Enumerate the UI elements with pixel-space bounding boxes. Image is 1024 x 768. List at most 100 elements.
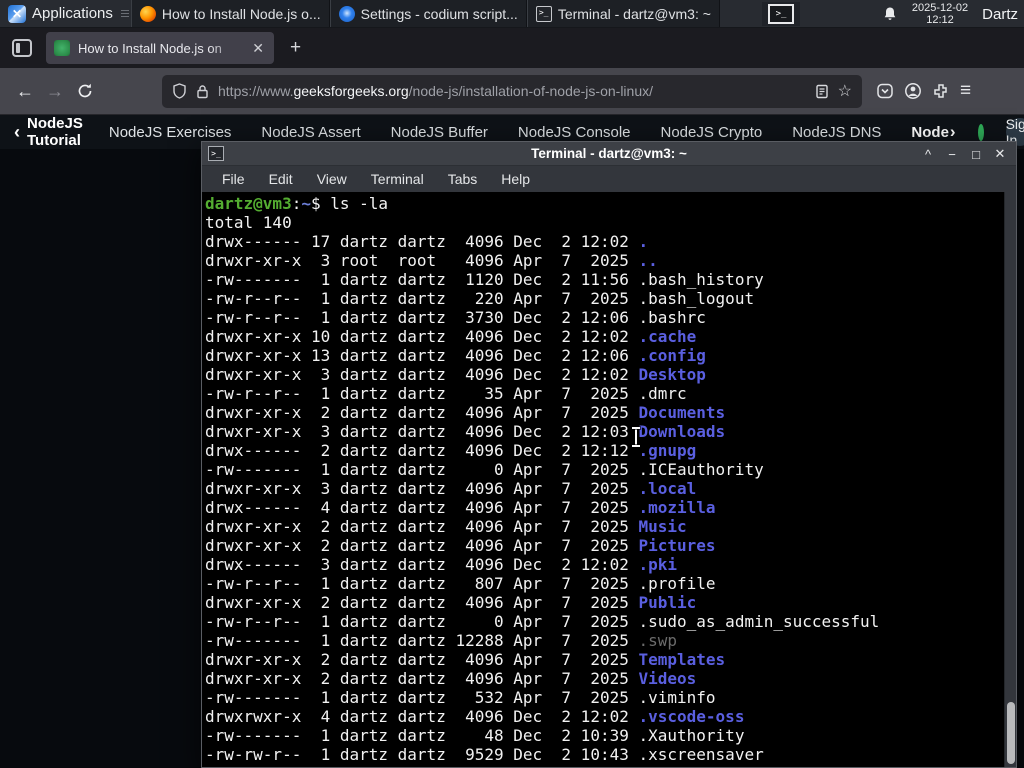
ls-output-row: -rw-r--r-- 1 dartz dartz 0 Apr 7 2025 .s… (205, 612, 880, 631)
applications-menu-button[interactable]: Applications (0, 0, 121, 27)
ls-output-row: -rw-r--r-- 1 dartz dartz 220 Apr 7 2025 … (205, 289, 755, 308)
terminal-output[interactable]: dartz@vm3:~$ ls -la total 140 drwx------… (202, 192, 1004, 767)
site-nav-item[interactable]: NodeJS Crypto (661, 124, 763, 141)
clock-time: 12:12 (926, 14, 954, 26)
distro-logo-icon (8, 4, 26, 23)
ls-output-row: drwx------ 4 dartz dartz 4096 Apr 7 2025… (205, 498, 716, 517)
ls-output: drwx------ 17 dartz dartz 4096 Dec 2 12:… (205, 232, 1004, 764)
clock-date: 2025-12-02 (911, 2, 969, 14)
terminal-scrollbar-thumb[interactable] (1007, 702, 1015, 764)
ls-output-row: drwxr-xr-x 3 dartz dartz 4096 Apr 7 2025… (205, 479, 697, 498)
ls-output-row: drwxr-xr-x 2 dartz dartz 4096 Apr 7 2025… (205, 593, 697, 612)
url-text[interactable]: https://www.geeksforgeeks.org/node-js/in… (218, 83, 806, 99)
user-label: Dartz (982, 5, 1018, 23)
ls-output-row: drwx------ 17 dartz dartz 4096 Dec 2 12:… (205, 232, 649, 251)
browser-tab-active[interactable]: How to Install Node.js on ✕ (46, 32, 274, 64)
terminal-shade-button[interactable]: ^ (916, 142, 940, 166)
new-tab-button[interactable]: + (290, 37, 301, 59)
prompt-user-host: dartz@vm3 (205, 194, 292, 213)
ls-output-row: drwxr-xr-x 3 root root 4096 Apr 7 2025 .… (205, 251, 658, 270)
ls-output-row: drwx------ 2 dartz dartz 4096 Dec 2 12:1… (205, 441, 697, 460)
nav-more-link[interactable]: Node › (911, 122, 955, 142)
pocket-icon[interactable] (876, 82, 894, 100)
taskbar-window-button[interactable]: Terminal - dartz@vm3: ~ (526, 0, 720, 27)
bookmark-star-icon[interactable]: ☆ (838, 81, 852, 101)
geeksforgeeks-favicon (54, 40, 70, 56)
ls-output-row: drwxr-xr-x 2 dartz dartz 4096 Apr 7 2025… (205, 517, 687, 536)
terminal-window-controls: ^ − □ ✕ (916, 142, 1012, 166)
terminal-menu-item[interactable]: Terminal (361, 171, 434, 187)
terminal-maximize-button[interactable]: □ (964, 142, 988, 166)
terminal-launcher-button[interactable]: >_ (762, 2, 800, 26)
browser-toolbar: ← → https://www.geeksforgeeks.org/node-j… (0, 68, 1024, 115)
terminal-menu-item[interactable]: Help (491, 171, 540, 187)
terminal-menu-item[interactable]: File (212, 171, 255, 187)
ls-output-row: -rw-r--r-- 1 dartz dartz 807 Apr 7 2025 … (205, 574, 716, 593)
extensions-puzzle-icon[interactable] (932, 82, 950, 100)
terminal-menu-item[interactable]: Edit (259, 171, 303, 187)
tab-title: How to Install Node.js on (78, 40, 222, 56)
notification-bell-icon[interactable] (882, 6, 898, 22)
terminal-minimize-button[interactable]: − (940, 142, 964, 166)
terminal-icon: >_ (768, 4, 794, 24)
nav-back-link[interactable]: ‹ NodeJS Tutorial (14, 115, 83, 149)
ls-output-row: drwxr-xr-x 2 dartz dartz 4096 Apr 7 2025… (205, 536, 716, 555)
ls-output-row: drwxr-xr-x 13 dartz dartz 4096 Dec 2 12:… (205, 346, 706, 365)
ls-output-row: -rw------- 1 dartz dartz 0 Apr 7 2025 .I… (205, 460, 764, 479)
terminal-menu-item[interactable]: View (307, 171, 357, 187)
ls-output-row: -rw------- 1 dartz dartz 532 Apr 7 2025 … (205, 688, 716, 707)
taskbar-window-buttons: How to Install Node.js o... Settings - c… (130, 0, 720, 27)
site-nav-item[interactable]: NodeJS Exercises (109, 124, 232, 141)
applications-label: Applications (32, 5, 113, 22)
chevron-left-icon: ‹ (14, 121, 20, 142)
forward-icon[interactable]: → (40, 76, 70, 106)
prompt-path: ~ (301, 194, 311, 213)
chevron-right-icon: › (949, 122, 956, 141)
terminal-prompt-line: dartz@vm3:~$ ls -la (205, 194, 389, 213)
site-nav-items: NodeJS Exercises NodeJS Assert NodeJS Buff… (109, 124, 882, 141)
lock-icon[interactable] (196, 84, 209, 99)
ls-output-row: drwxr-xr-x 2 dartz dartz 4096 Apr 7 2025… (205, 650, 726, 669)
terminal-title: Terminal - dartz@vm3: ~ (531, 146, 687, 161)
site-nav-item[interactable]: NodeJS Buffer (391, 124, 488, 141)
ls-output-row: -rw------- 1 dartz dartz 1120 Dec 2 11:5… (205, 270, 764, 289)
terminal-total-line: total 140 (205, 213, 292, 232)
ls-output-row: -rw-rw-r-- 1 dartz dartz 9529 Dec 2 10:4… (205, 745, 764, 764)
window-app-icon (139, 5, 156, 22)
system-tray: 2025-12-02 12:12 Dartz (882, 0, 1020, 28)
toolbar-right-icons: ≡ (876, 80, 971, 102)
ls-output-row: drwx------ 3 dartz dartz 4096 Dec 2 12:0… (205, 555, 678, 574)
prompt-command: $ ls -la (310, 194, 389, 213)
ls-output-row: -rw------- 1 dartz dartz 12288 Apr 7 202… (205, 631, 678, 650)
panel-clock[interactable]: 2025-12-02 12:12 (912, 2, 968, 26)
taskbar-window-button[interactable]: Settings - codium script... (329, 0, 527, 27)
ls-output-row: drwxr-xr-x 10 dartz dartz 4096 Dec 2 12:… (205, 327, 697, 346)
terminal-close-button[interactable]: ✕ (988, 142, 1012, 166)
tracking-shield-icon[interactable] (172, 83, 187, 99)
tab-close-icon[interactable]: ✕ (250, 40, 266, 57)
ls-output-row: drwxr-xr-x 3 dartz dartz 4096 Dec 2 12:0… (205, 365, 706, 384)
site-nav-item[interactable]: NodeJS Console (518, 124, 631, 141)
back-icon[interactable]: ← (10, 76, 40, 106)
ls-output-row: -rw-r--r-- 1 dartz dartz 35 Apr 7 2025 .… (205, 384, 687, 403)
terminal-menu-item[interactable]: Tabs (438, 171, 488, 187)
window-app-icon (535, 5, 552, 22)
ls-output-row: -rw-r--r-- 1 dartz dartz 3730 Dec 2 12:0… (205, 308, 706, 327)
search-icon[interactable] (977, 123, 984, 141)
reload-icon[interactable] (70, 76, 100, 106)
mouse-cursor-ibeam (632, 427, 640, 447)
firefox-view-icon[interactable] (12, 39, 32, 57)
account-icon[interactable] (904, 82, 922, 100)
terminal-scrollbar[interactable] (1004, 192, 1016, 767)
menu-hamburger-icon[interactable]: ≡ (960, 80, 971, 102)
site-nav-item[interactable]: NodeJS DNS (792, 124, 881, 141)
panel-handle (120, 0, 129, 27)
reader-view-icon[interactable] (815, 84, 829, 99)
terminal-title-bar[interactable]: >_ Terminal - dartz@vm3: ~ ^ − □ ✕ (202, 142, 1016, 166)
terminal-window: >_ Terminal - dartz@vm3: ~ ^ − □ ✕ File E… (201, 141, 1017, 768)
ls-output-row: drwxrwxr-x 4 dartz dartz 4096 Dec 2 12:0… (205, 707, 745, 726)
site-nav-item[interactable]: NodeJS Assert (261, 124, 360, 141)
taskbar-window-button[interactable]: How to Install Node.js o... (130, 0, 330, 27)
window-app-icon (338, 5, 355, 22)
url-bar[interactable]: https://www.geeksforgeeks.org/node-js/in… (162, 74, 862, 108)
